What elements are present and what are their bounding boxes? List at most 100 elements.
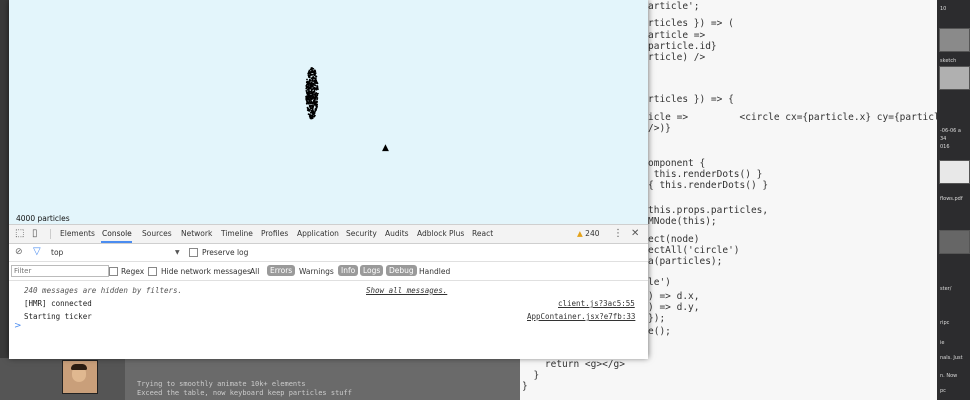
- more-vertical-icon[interactable]: ⋮: [613, 228, 623, 239]
- show-all-messages-link[interactable]: Show all messages.: [366, 286, 447, 295]
- tab-console[interactable]: Console: [102, 229, 132, 238]
- tab-sources[interactable]: Sources: [142, 229, 172, 238]
- code-line: this.props.particles,: [648, 205, 769, 216]
- particle: [307, 101, 310, 104]
- particle: [308, 87, 311, 90]
- code-line: particle.id}: [648, 41, 717, 52]
- particle: [312, 80, 315, 82]
- particle: [312, 106, 314, 108]
- particle-count: 4000 particles: [16, 214, 70, 223]
- particle: [312, 87, 315, 90]
- console-prompt[interactable]: >: [14, 321, 22, 331]
- preserve-log-label: Preserve log: [202, 248, 249, 257]
- clear-console-icon[interactable]: ⊘: [15, 247, 23, 257]
- level-handled[interactable]: Handled: [419, 267, 450, 276]
- particle: [308, 105, 311, 107]
- desktop-label: flows.pdf: [940, 196, 963, 202]
- particle: [315, 107, 318, 109]
- code-line: icle => <circle cx={particle.x} cy={part…: [648, 112, 970, 123]
- level-logs[interactable]: Logs: [360, 265, 384, 276]
- particle: [314, 109, 317, 112]
- particle: [311, 88, 314, 90]
- regex-checkbox[interactable]: [109, 267, 118, 276]
- console-message-source[interactable]: client.js?3ac5:55: [558, 299, 635, 308]
- console-filter-bar: Regex Hide network messages All Errors W…: [9, 262, 648, 281]
- tab-profiles[interactable]: Profiles: [261, 229, 288, 238]
- tab-elements[interactable]: Elements: [60, 229, 95, 238]
- tab-adblock-plus[interactable]: Adblock Plus: [417, 229, 464, 238]
- tab-security[interactable]: Security: [346, 229, 377, 238]
- console-context-bar: ⊘ ▽ top ▼ Preserve log: [9, 244, 648, 262]
- toolbar-divider: [50, 229, 51, 239]
- level-errors[interactable]: Errors: [267, 265, 296, 276]
- particle: [316, 85, 319, 87]
- code-line: { this.renderDots() }: [648, 180, 769, 191]
- code-line: e();: [648, 326, 671, 337]
- particle: [310, 86, 312, 88]
- desktop-thumbnail: [939, 28, 970, 52]
- particle: [305, 87, 308, 90]
- devtools-tabbar: ⬚ ▯ Elements Console Sources Network Tim…: [9, 225, 648, 244]
- tab-timeline[interactable]: Timeline: [221, 229, 253, 238]
- level-warnings[interactable]: Warnings: [299, 267, 334, 276]
- desktop-label: pc: [940, 388, 946, 394]
- desktop-label: nals. Just: [940, 355, 963, 361]
- desktop-label: ie: [940, 340, 945, 346]
- desktop-label: 10: [940, 6, 947, 12]
- particle: [306, 88, 309, 91]
- avatar: [62, 360, 98, 394]
- tab-network[interactable]: Network: [181, 229, 212, 238]
- level-info[interactable]: Info: [338, 265, 359, 276]
- desktop-thumbnail: [939, 230, 970, 254]
- hide-network-label: Hide network messages: [161, 267, 251, 276]
- warning-icon: ▲: [577, 229, 583, 238]
- code-line: article =>: [648, 30, 706, 41]
- particle: [313, 112, 315, 115]
- particle: [306, 78, 308, 81]
- code-line: ect(node): [648, 234, 700, 245]
- terminal-line: Exceed the table, now keyboard keep part…: [137, 389, 352, 397]
- particle: [309, 101, 311, 104]
- code-line: MNode(this);: [648, 216, 717, 227]
- desktop-label: ripc: [940, 320, 950, 326]
- desktop-thumbnail: [939, 66, 970, 90]
- code-line: ) => d.y,: [648, 302, 700, 313]
- code-line: });: [648, 313, 666, 324]
- particle: [311, 71, 314, 74]
- particle: [308, 90, 311, 93]
- preserve-log-checkbox[interactable]: [189, 248, 198, 257]
- inspect-icon[interactable]: ⬚: [15, 228, 24, 239]
- code-line: rticles }) => {: [648, 94, 734, 105]
- particle: [315, 95, 318, 98]
- avatar-hair: [71, 364, 87, 370]
- desktop-label: sketch: [940, 58, 957, 64]
- particle: [313, 102, 315, 104]
- device-toggle-icon[interactable]: ▯: [32, 228, 38, 239]
- particle: [314, 75, 317, 77]
- warning-counter[interactable]: ▲ 240: [577, 229, 600, 238]
- level-debug[interactable]: Debug: [386, 265, 417, 276]
- console-message: Starting ticker: [24, 312, 92, 321]
- particle: [312, 77, 315, 79]
- chevron-down-icon[interactable]: ▼: [175, 249, 180, 256]
- particle-canvas: [305, 67, 319, 120]
- particle: [314, 84, 316, 87]
- tab-application[interactable]: Application: [297, 229, 339, 238]
- tab-react[interactable]: React: [472, 229, 493, 238]
- hide-network-checkbox[interactable]: [148, 267, 157, 276]
- close-icon[interactable]: ✕: [631, 228, 639, 239]
- particle: [308, 95, 311, 98]
- code-line: rticles }) => (: [648, 18, 734, 29]
- code-line: }: [522, 381, 528, 392]
- particle: [307, 72, 310, 75]
- regex-label: Regex: [121, 267, 145, 276]
- context-select[interactable]: top: [51, 248, 63, 257]
- tab-audits[interactable]: Audits: [385, 229, 409, 238]
- particle: [315, 92, 318, 95]
- console-message-source[interactable]: AppContainer.jsx?e7fb:33: [527, 312, 635, 321]
- particle: [313, 115, 316, 118]
- filter-input[interactable]: [11, 265, 109, 277]
- particle: [311, 116, 314, 119]
- filter-icon[interactable]: ▽: [33, 246, 41, 257]
- level-all[interactable]: All: [250, 267, 259, 276]
